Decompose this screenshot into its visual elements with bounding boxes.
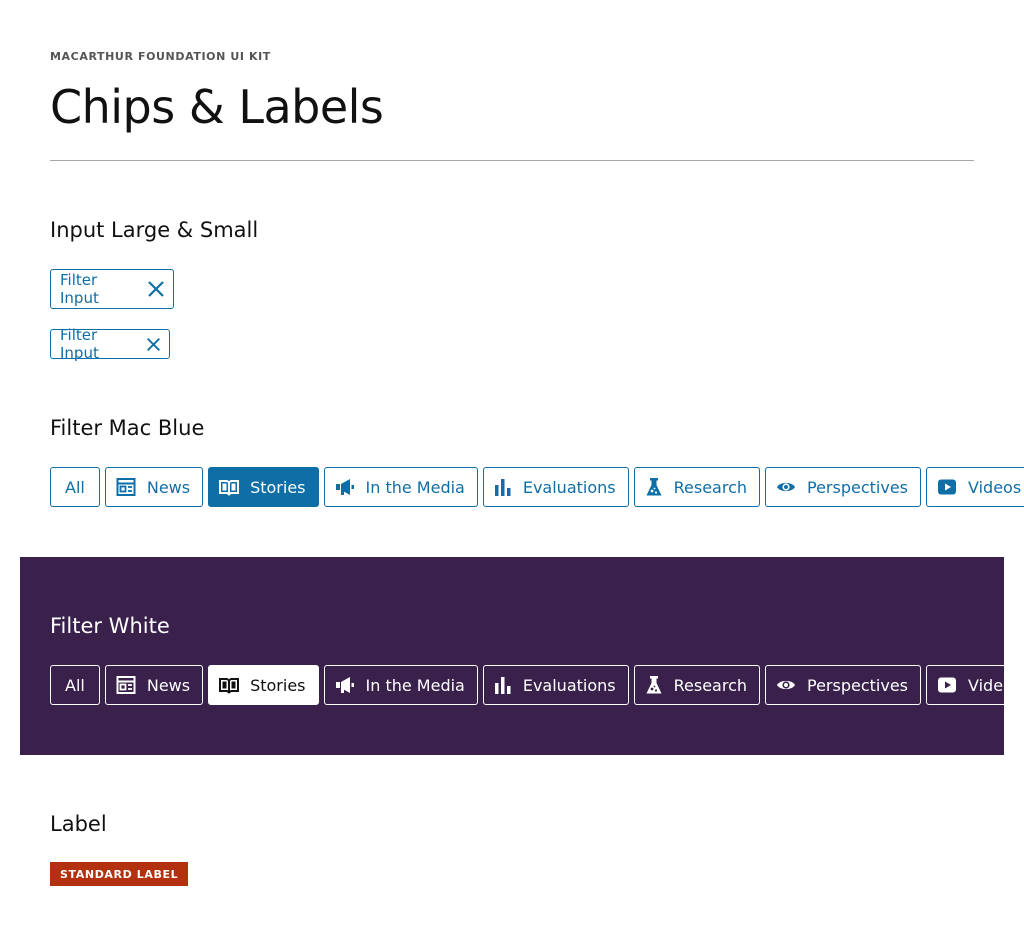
- standard-label: STANDARD LABEL: [50, 862, 189, 886]
- section-title-label: Label: [50, 812, 107, 836]
- filter-stories[interactable]: Stories: [208, 665, 319, 705]
- filter-evaluations[interactable]: Evaluations: [482, 665, 629, 705]
- filter-label: Perspectives: [807, 675, 908, 695]
- filter-label: Research: [673, 477, 747, 497]
- filter-label: Videos: [968, 675, 1022, 695]
- page-title: Chips & Labels: [50, 80, 384, 134]
- flask-icon: [645, 675, 663, 695]
- filter-label: News: [146, 675, 191, 695]
- filter-label: Research: [673, 675, 747, 695]
- filter-perspectives[interactable]: Perspectives: [765, 467, 921, 507]
- close-icon[interactable]: [147, 280, 165, 298]
- filter-in-the-media[interactable]: In the Media: [323, 665, 478, 705]
- filter-news[interactable]: News: [104, 467, 204, 507]
- section-title-filter-white: Filter White: [50, 614, 170, 638]
- filter-news[interactable]: News: [104, 665, 204, 705]
- filter-label: News: [146, 477, 191, 497]
- filter-stories[interactable]: Stories: [208, 467, 319, 507]
- chip-label: Filter Input: [60, 326, 99, 362]
- filter-in-the-media[interactable]: In the Media: [323, 467, 478, 507]
- filter-all[interactable]: All: [50, 665, 100, 705]
- newspaper-icon: [116, 477, 136, 497]
- filter-label: In the Media: [365, 675, 465, 695]
- bar-chart-icon: [494, 477, 512, 497]
- filter-label: Stories: [250, 675, 306, 695]
- filter-label: Stories: [250, 477, 306, 497]
- filter-research[interactable]: Research: [633, 467, 760, 507]
- bar-chart-icon: [494, 675, 512, 695]
- filter-label: All: [65, 675, 85, 695]
- filter-videos[interactable]: Videos: [926, 665, 1024, 705]
- megaphone-icon: [335, 477, 355, 497]
- filter-evaluations[interactable]: Evaluations: [482, 467, 629, 507]
- filter-label: Evaluations: [522, 477, 616, 497]
- megaphone-icon: [335, 675, 355, 695]
- filter-label: All: [65, 477, 85, 497]
- chip-label: Filter Input: [60, 271, 99, 307]
- section-title-filter-blue: Filter Mac Blue: [50, 416, 205, 440]
- flask-icon: [645, 477, 663, 497]
- filter-perspectives[interactable]: Perspectives: [765, 665, 921, 705]
- filter-research[interactable]: Research: [633, 665, 760, 705]
- eye-icon: [776, 477, 796, 497]
- filter-input-chip-small[interactable]: Filter Input: [50, 326, 170, 362]
- filter-input-chip-large[interactable]: Filter Input: [50, 269, 174, 309]
- filter-row-blue: All News Stories In the Media Evaluation…: [50, 467, 1024, 507]
- book-icon: [219, 477, 240, 497]
- eye-icon: [776, 675, 796, 695]
- filter-label: In the Media: [365, 477, 465, 497]
- book-icon: [219, 675, 240, 695]
- filter-all[interactable]: All: [50, 467, 100, 507]
- filter-videos[interactable]: Videos: [926, 467, 1024, 507]
- header-divider: [50, 160, 974, 161]
- filter-label: Evaluations: [522, 675, 616, 695]
- filter-label: Videos: [968, 477, 1022, 497]
- purple-band: [20, 557, 1004, 755]
- play-icon: [937, 477, 957, 497]
- filter-row-white: All News Stories In the Media Evaluation…: [50, 665, 1024, 705]
- close-icon[interactable]: [146, 337, 161, 352]
- section-title-input: Input Large & Small: [50, 218, 259, 242]
- filter-label: Perspectives: [807, 477, 908, 497]
- play-icon: [937, 675, 957, 695]
- newspaper-icon: [116, 675, 136, 695]
- kit-label: MACARTHUR FOUNDATION UI KIT: [50, 50, 271, 63]
